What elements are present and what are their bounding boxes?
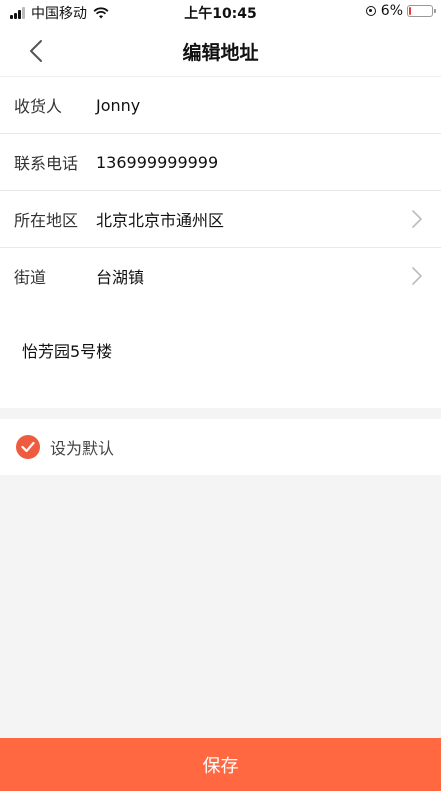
chevron-right-icon[interactable] (411, 209, 423, 229)
chevron-right-icon[interactable] (411, 266, 423, 286)
battery-icon (407, 5, 436, 17)
street-label: 街道 (14, 268, 47, 287)
orientation-lock-icon (365, 6, 376, 16)
detail-address-input[interactable]: 怡芳园5号楼 (0, 304, 441, 408)
phone-field[interactable]: 136999999999 (96, 153, 441, 172)
address-form: 收货人 Jonny 联系电话 136999999999 所在地区 北京北京市通州… (0, 77, 441, 305)
street-row[interactable]: 街道 台湖镇 (0, 248, 441, 305)
street-field[interactable]: 台湖镇 (96, 264, 441, 288)
battery-percent: 6% (380, 3, 403, 19)
phone-row[interactable]: 联系电话 136999999999 (0, 134, 441, 191)
page-title: 编辑地址 (182, 42, 259, 64)
receiver-field[interactable]: Jonny (96, 96, 441, 115)
status-right: 6% (365, 3, 436, 19)
nav-bar: 编辑地址 (0, 24, 441, 77)
checkbox-checked-icon[interactable] (16, 435, 40, 459)
region-row[interactable]: 所在地区 北京北京市通州区 (0, 191, 441, 248)
battery-level (409, 7, 411, 15)
receiver-row[interactable]: 收货人 Jonny (0, 77, 441, 134)
region-label: 所在地区 (14, 211, 79, 230)
set-default-row[interactable]: 设为默认 (0, 419, 441, 475)
status-bar: 中国移动 上午10:45 6% (0, 0, 441, 24)
detail-address-text[interactable]: 怡芳园5号楼 (22, 338, 112, 362)
region-field[interactable]: 北京北京市通州区 (96, 207, 441, 231)
receiver-label: 收货人 (14, 97, 63, 116)
phone-label: 联系电话 (14, 154, 79, 173)
save-button[interactable]: 保存 (0, 738, 441, 791)
set-default-label: 设为默认 (50, 439, 115, 458)
